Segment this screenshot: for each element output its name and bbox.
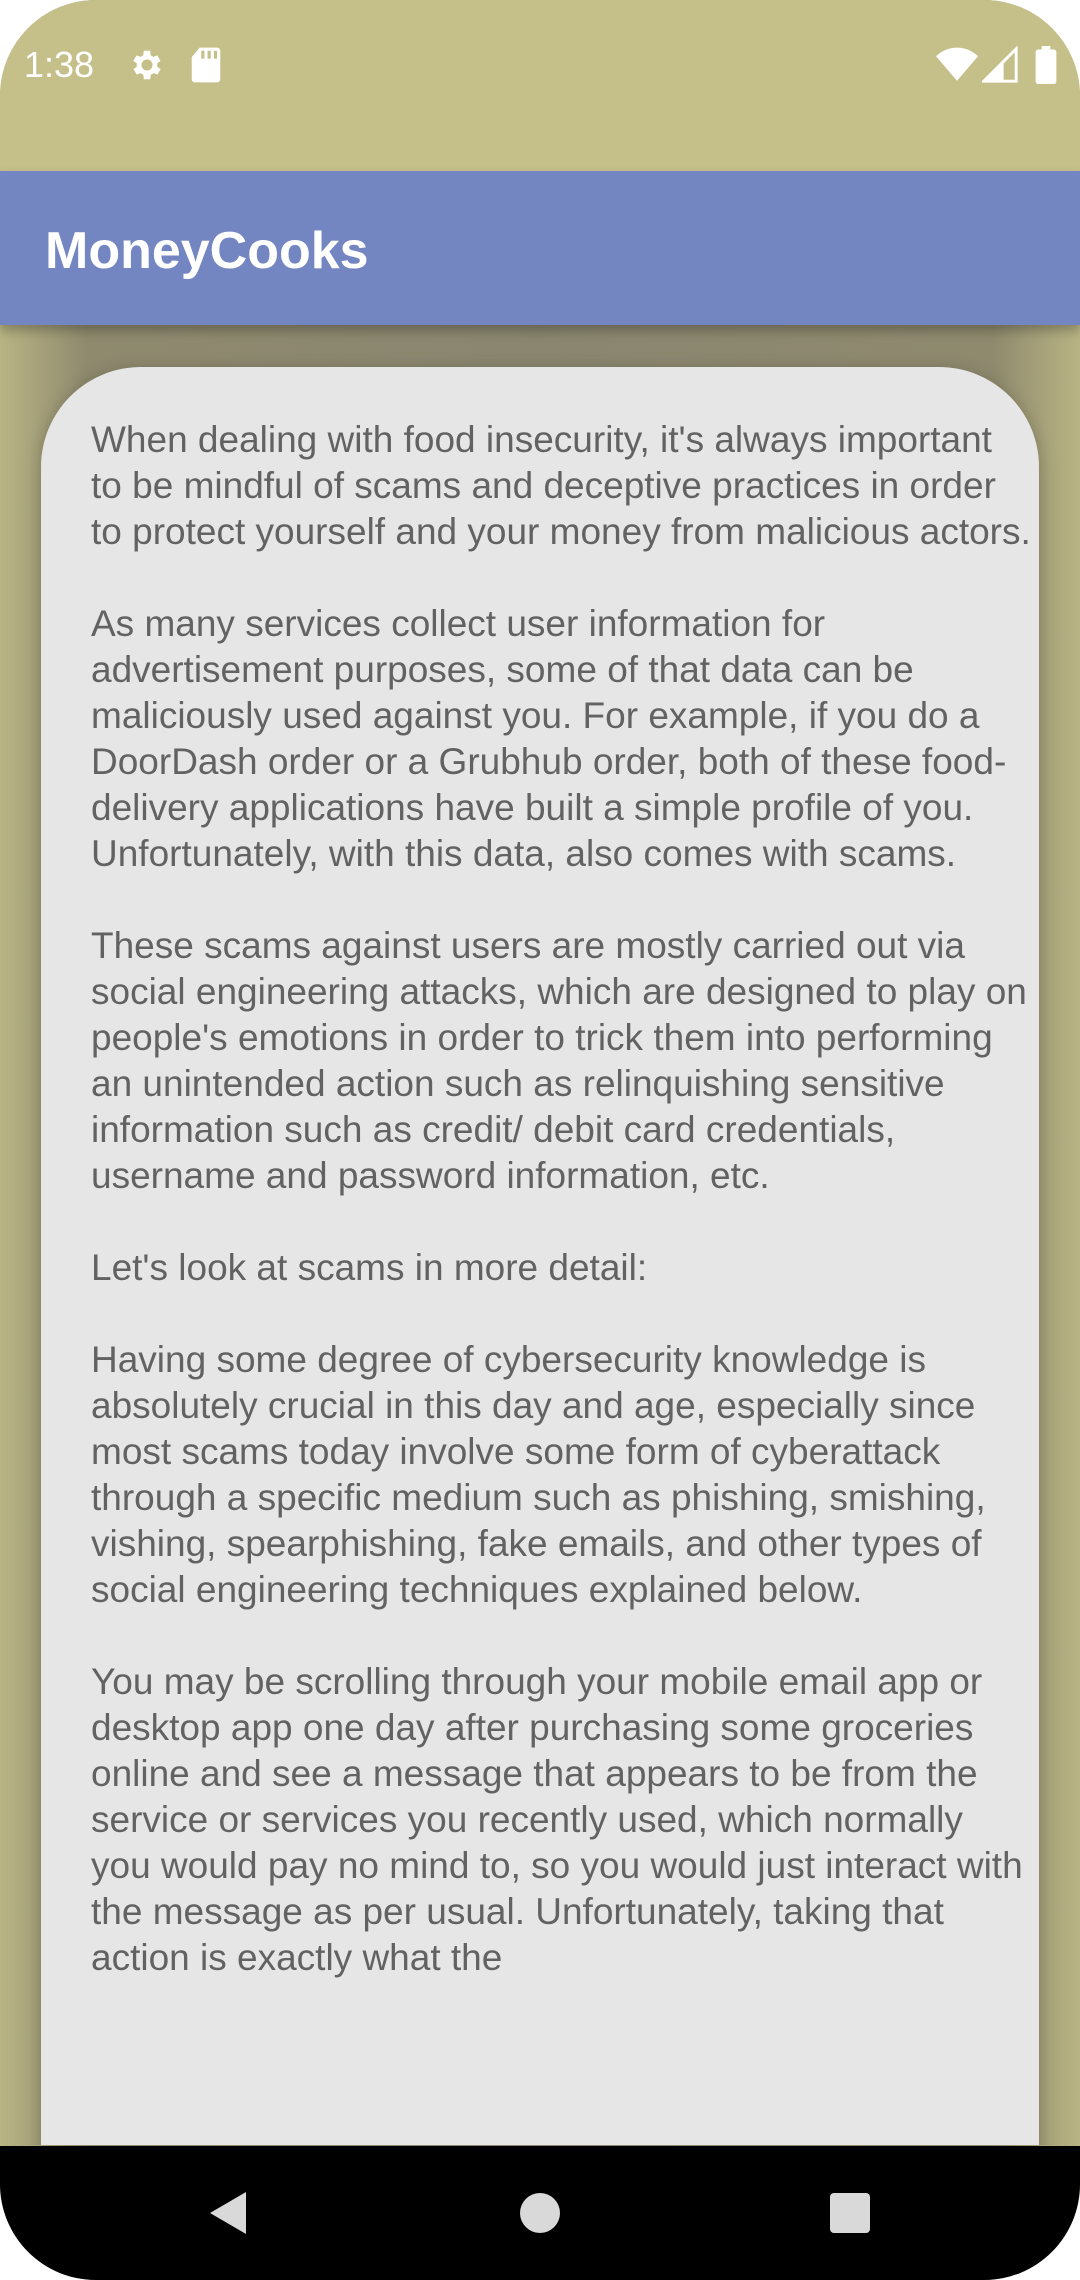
home-icon[interactable] bbox=[480, 2146, 600, 2280]
article-paragraph: Having some degree of cybersecurity know… bbox=[91, 1339, 986, 1610]
status-time: 1:38 bbox=[24, 44, 95, 85]
article-body: When dealing with food insecurity, it's … bbox=[91, 417, 1031, 2027]
article-paragraph: Let's look at scams in more detail: bbox=[91, 1247, 648, 1288]
back-icon[interactable] bbox=[166, 2146, 286, 2280]
cell-signal-icon bbox=[982, 46, 1018, 83]
app-bar: MoneyCooks bbox=[0, 171, 1080, 325]
battery-icon bbox=[1035, 46, 1057, 84]
sd-card-icon bbox=[191, 47, 221, 83]
article-card: When dealing with food insecurity, it's … bbox=[41, 367, 1039, 2145]
app-title: MoneyCooks bbox=[45, 222, 369, 280]
status-bar: 1:38 bbox=[0, 0, 1080, 171]
article-paragraph: These scams against users are mostly car… bbox=[91, 925, 1027, 1196]
wifi-icon bbox=[936, 47, 978, 81]
recents-icon[interactable] bbox=[790, 2146, 910, 2280]
article-paragraph: You may be scrolling through your mobile… bbox=[91, 1661, 1023, 1978]
scroll-content[interactable]: When dealing with food insecurity, it's … bbox=[0, 325, 1080, 2145]
gear-icon bbox=[133, 50, 161, 80]
phone-screen: 1:38 MoneyCooks When dealing with food i… bbox=[0, 0, 1080, 2280]
navigation-bar bbox=[0, 2146, 1080, 2280]
article-paragraph: As many services collect user informatio… bbox=[91, 603, 1007, 874]
article-paragraph: When dealing with food insecurity, it's … bbox=[91, 419, 1031, 552]
